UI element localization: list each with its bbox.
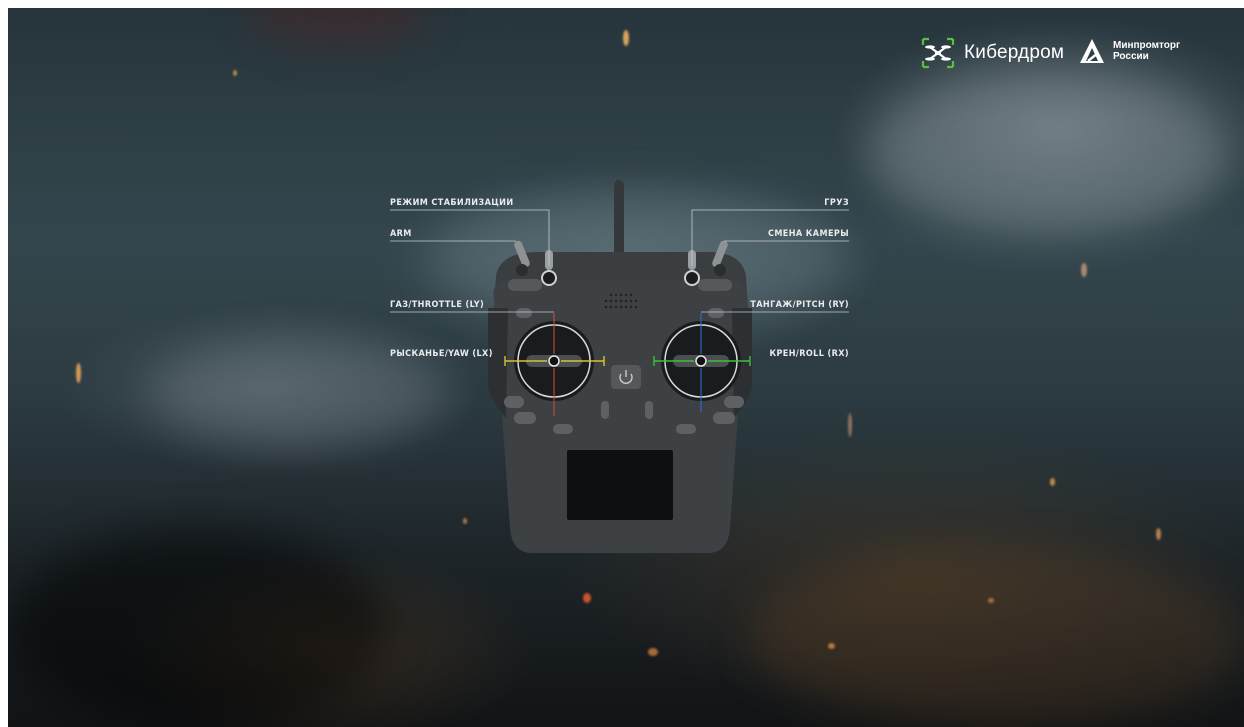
- shoulder-button-left: [508, 279, 542, 291]
- right-center-button: [676, 424, 696, 434]
- payload-label: ГРУЗ: [824, 198, 849, 208]
- pitch-label: ТАНГАЖ/PITCH (RY): [750, 300, 849, 310]
- stabilization-mode-label: РЕЖИМ СТАБИЛИЗАЦИИ: [390, 198, 514, 208]
- shoulder-button-right: [698, 279, 732, 291]
- power-button: [611, 365, 641, 389]
- transmitter-screen: [567, 450, 673, 520]
- left-grip-button-1: [504, 396, 524, 408]
- left-grip-button-2: [514, 412, 536, 424]
- center-pad-left: [601, 401, 609, 419]
- camera-switch-label: СМЕНА КАМЕРЫ: [768, 229, 849, 239]
- game-scene: Кибердром Минпромторг России РЕЖИМ СТАБИ…: [8, 8, 1244, 727]
- throttle-label: ГАЗ/THROTTLE (LY): [390, 300, 485, 310]
- left-shoulder-slot: [516, 308, 532, 318]
- right-shoulder-slot: [708, 308, 724, 318]
- yaw-label: РЫСКАНЬЕ/YAW (LX): [390, 349, 493, 359]
- right-grip-button-2: [724, 396, 744, 408]
- rc-transmitter: [390, 180, 849, 553]
- left-center-button: [553, 424, 573, 434]
- antenna: [614, 180, 624, 260]
- roll-label: КРЕН/ROLL (RX): [769, 349, 849, 359]
- right-grip-button-1: [713, 412, 735, 424]
- arm-label: ARM: [390, 229, 412, 239]
- center-pad-right: [645, 401, 653, 419]
